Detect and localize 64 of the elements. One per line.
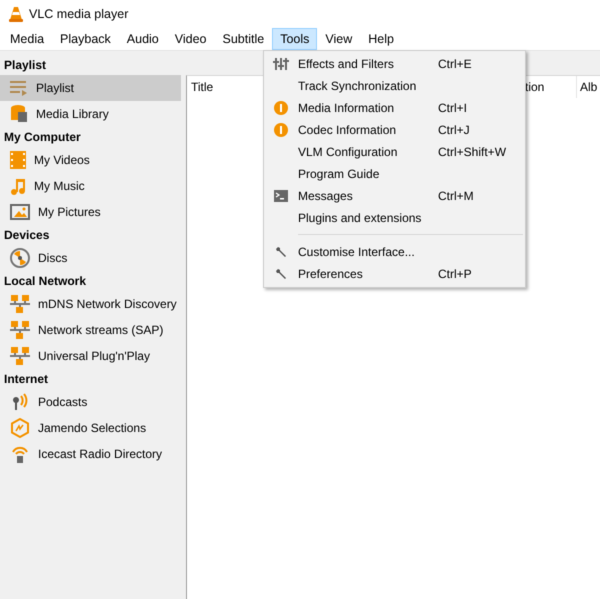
network-icon	[10, 320, 30, 340]
image-icon	[10, 204, 30, 220]
sidebar-item[interactable]: Universal Plug'n'Play	[0, 343, 181, 369]
network-icon	[10, 294, 30, 314]
sidebar-item[interactable]: My Music	[0, 173, 181, 199]
menu-option[interactable]: Messages	[298, 189, 438, 203]
window-title: VLC media player	[29, 7, 128, 21]
database-icon	[10, 105, 28, 123]
wrench-icon	[275, 246, 287, 258]
menu-option[interactable]: Customise Interface...	[298, 245, 438, 259]
menu-item[interactable]: View	[317, 28, 360, 50]
terminal-icon	[274, 190, 288, 202]
menu-option[interactable]: Track Synchronization	[298, 79, 438, 93]
menu-item[interactable]: Video	[166, 28, 215, 50]
section-heading: My Computer	[3, 129, 82, 146]
film-icon	[10, 151, 26, 169]
wrench-icon	[275, 268, 287, 280]
sidebar-item[interactable]: mDNS Network Discovery	[0, 291, 181, 317]
sliders-icon	[273, 58, 289, 70]
hexagon-icon	[10, 418, 30, 438]
traffic-cone-icon	[9, 6, 23, 22]
sidebar-item[interactable]: Podcasts	[0, 389, 181, 415]
sidebar-item[interactable]: Jamendo Selections	[0, 415, 181, 441]
section-heading: Devices	[3, 227, 50, 244]
disc-icon	[10, 248, 30, 268]
menu-option[interactable]: Effects and Filters	[298, 57, 438, 71]
music-note-icon	[10, 177, 26, 195]
sidebar-item[interactable]: Network streams (SAP)	[0, 317, 181, 343]
shortcut-label: Ctrl+J	[438, 123, 470, 137]
sidebar-item[interactable]: Playlist	[0, 75, 181, 101]
sidebar-item[interactable]: Media Library	[0, 101, 181, 127]
shortcut-label: Ctrl+P	[438, 267, 472, 281]
shortcut-label: Ctrl+M	[438, 189, 474, 203]
menu-item[interactable]: Tools	[272, 28, 318, 50]
menu-item[interactable]: Help	[360, 28, 402, 50]
list-icon	[10, 80, 28, 96]
shortcut-label: Ctrl+I	[438, 101, 468, 115]
menu-option[interactable]: Codec Information	[298, 123, 438, 137]
column-header[interactable]: Alb	[580, 80, 598, 94]
shortcut-label: Ctrl+Shift+W	[438, 145, 506, 159]
podcast-icon	[10, 392, 30, 412]
network-icon	[10, 346, 30, 366]
section-heading: Local Network	[3, 273, 88, 290]
menu-item[interactable]: Audio	[118, 28, 167, 50]
info-icon	[274, 101, 288, 115]
menu-option[interactable]: VLM Configuration	[298, 145, 438, 159]
info-icon	[274, 123, 288, 137]
sidebar-item[interactable]: Icecast Radio Directory	[0, 441, 181, 467]
menu-item[interactable]: Media	[2, 28, 52, 50]
sidebar-item[interactable]: Discs	[0, 245, 181, 271]
menu-option[interactable]: Preferences	[298, 267, 438, 281]
column-header[interactable]: Title	[191, 80, 214, 94]
menu-item[interactable]: Playback	[52, 28, 119, 50]
column-header[interactable]: tion	[525, 80, 544, 94]
shortcut-label: Ctrl+E	[438, 57, 472, 71]
section-heading: Internet	[3, 371, 50, 388]
menu-item[interactable]: Subtitle	[214, 28, 272, 50]
menu-option[interactable]: Media Information	[298, 101, 438, 115]
radio-tower-icon	[10, 444, 30, 464]
menu-option[interactable]: Plugins and extensions	[298, 211, 438, 225]
sidebar-item[interactable]: My Pictures	[0, 199, 181, 225]
section-heading: Playlist	[3, 57, 48, 74]
sidebar-item[interactable]: My Videos	[0, 147, 181, 173]
menu-option[interactable]: Program Guide	[298, 167, 438, 181]
